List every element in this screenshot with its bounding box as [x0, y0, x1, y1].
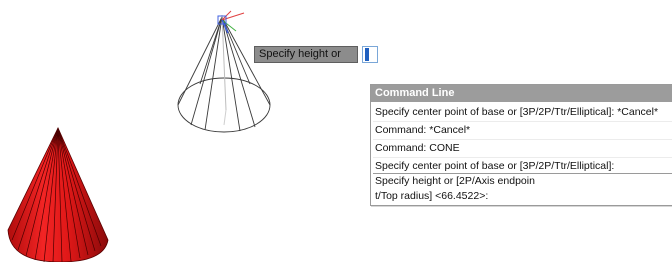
shaded-cone	[7, 127, 109, 262]
dynamic-input-prompt-text: Specify height or	[259, 48, 341, 60]
command-history-line: Specify center point of base or [3P/2P/T…	[373, 104, 672, 122]
command-input-area[interactable]: Specify height or [2P/Axis endpoin t/Top…	[373, 173, 672, 204]
crosshair-cursor	[217, 10, 245, 126]
text-caret	[365, 48, 369, 61]
command-history-line: Command: CONE	[373, 140, 672, 158]
dynamic-input-prompt: Specify height or	[254, 46, 358, 63]
command-history-line: Command: *Cancel*	[373, 122, 672, 140]
dynamic-input-field[interactable]	[362, 46, 378, 63]
command-history: Specify center point of base or [3P/2P/T…	[373, 104, 672, 174]
command-history-line: Specify center point of base or [3P/2P/T…	[373, 158, 672, 174]
wireframe-cone	[177, 16, 271, 133]
command-line-title[interactable]: Command Line	[371, 85, 672, 102]
drawing-viewport[interactable]: Specify height or Command Line Specify c…	[0, 0, 672, 262]
command-prompt-line: Specify height or [2P/Axis endpoin	[375, 175, 535, 187]
command-prompt-line: t/Top radius] <66.4522>:	[375, 190, 489, 202]
command-line-palette[interactable]: Command Line Specify center point of bas…	[370, 84, 672, 206]
